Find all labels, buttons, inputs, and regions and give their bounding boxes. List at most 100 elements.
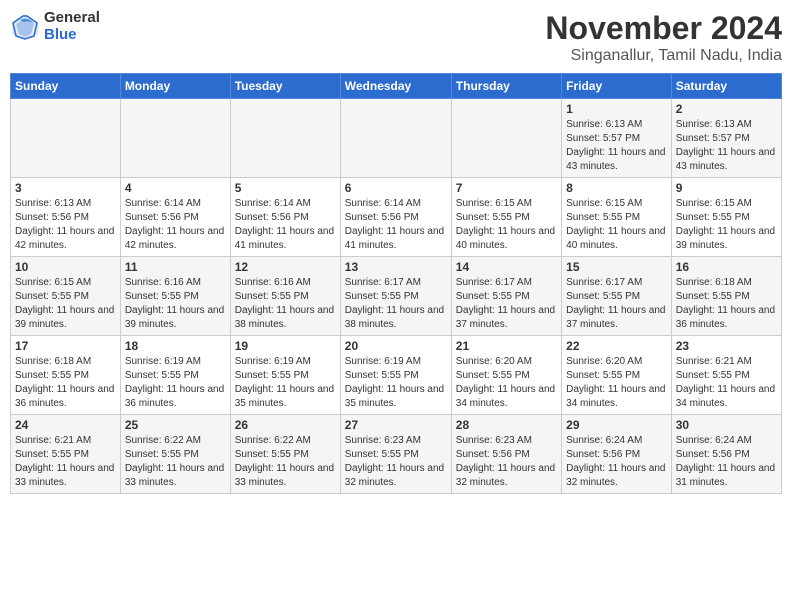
day-number: 30 xyxy=(676,418,777,432)
day-info: Sunrise: 6:21 AM Sunset: 5:55 PM Dayligh… xyxy=(676,355,777,411)
calendar-cell: 23 Sunrise: 6:21 AM Sunset: 5:55 PM Dayli… xyxy=(671,336,781,415)
location-title: Singanallur, Tamil Nadu, India xyxy=(545,47,782,65)
day-number: 22 xyxy=(566,339,667,353)
month-title: November 2024 xyxy=(545,10,782,47)
day-number: 6 xyxy=(345,181,447,195)
day-number: 1 xyxy=(566,102,667,116)
calendar-cell: 10Sunrise: 6:15 AM Sunset: 5:55 PM Dayli… xyxy=(11,257,121,336)
day-info: Sunrise: 6:15 AM Sunset: 5:55 PM Dayligh… xyxy=(15,276,116,332)
header-row: SundayMondayTuesdayWednesdayThursdayFrid… xyxy=(11,74,782,99)
calendar-cell: 5 Sunrise: 6:14 AM Sunset: 5:56 PM Daylig… xyxy=(230,178,340,257)
header-day: Sunday xyxy=(11,74,121,99)
day-number: 26 xyxy=(235,418,336,432)
calendar-cell: 21 Sunrise: 6:20 AM Sunset: 5:55 PM Dayli… xyxy=(451,336,561,415)
day-number: 2 xyxy=(676,102,777,116)
calendar-cell: 30Sunrise: 6:24 AM Sunset: 5:56 PM Dayli… xyxy=(671,415,781,494)
calendar-cell: 22 Sunrise: 6:20 AM Sunset: 5:55 PM Dayli… xyxy=(562,336,672,415)
calendar-week: 3 Sunrise: 6:13 AM Sunset: 5:56 PM Daylig… xyxy=(11,178,782,257)
day-info: Sunrise: 6:13 AM Sunset: 5:57 PM Dayligh… xyxy=(676,118,777,174)
calendar-week: 17 Sunrise: 6:18 AM Sunset: 5:55 PM Dayli… xyxy=(11,336,782,415)
calendar-cell: 13 Sunrise: 6:17 AM Sunset: 5:55 PM Dayli… xyxy=(340,257,451,336)
calendar-cell: 19Sunrise: 6:19 AM Sunset: 5:55 PM Dayli… xyxy=(230,336,340,415)
day-info: Sunrise: 6:18 AM Sunset: 5:55 PM Dayligh… xyxy=(676,276,777,332)
calendar-cell: 4 Sunrise: 6:14 AM Sunset: 5:56 PM Daylig… xyxy=(120,178,230,257)
day-number: 29 xyxy=(566,418,667,432)
header-day: Tuesday xyxy=(230,74,340,99)
day-number: 20 xyxy=(345,339,447,353)
calendar-cell xyxy=(230,99,340,178)
calendar-cell: 24 Sunrise: 6:21 AM Sunset: 5:55 PM Dayli… xyxy=(11,415,121,494)
header-day: Wednesday xyxy=(340,74,451,99)
calendar-header: SundayMondayTuesdayWednesdayThursdayFrid… xyxy=(11,74,782,99)
calendar-cell: 25 Sunrise: 6:22 AM Sunset: 5:55 PM Dayli… xyxy=(120,415,230,494)
day-number: 7 xyxy=(456,181,557,195)
day-info: Sunrise: 6:17 AM Sunset: 5:55 PM Dayligh… xyxy=(456,276,557,332)
day-info: Sunrise: 6:18 AM Sunset: 5:55 PM Dayligh… xyxy=(15,355,116,411)
calendar-body: 1 Sunrise: 6:13 AM Sunset: 5:57 PM Daylig… xyxy=(11,99,782,494)
day-info: Sunrise: 6:22 AM Sunset: 5:55 PM Dayligh… xyxy=(125,434,226,490)
day-info: Sunrise: 6:14 AM Sunset: 5:56 PM Dayligh… xyxy=(235,197,336,253)
day-info: Sunrise: 6:19 AM Sunset: 5:55 PM Dayligh… xyxy=(125,355,226,411)
calendar-cell: 7 Sunrise: 6:15 AM Sunset: 5:55 PM Daylig… xyxy=(451,178,561,257)
day-info: Sunrise: 6:17 AM Sunset: 5:55 PM Dayligh… xyxy=(345,276,447,332)
header-day: Saturday xyxy=(671,74,781,99)
day-info: Sunrise: 6:15 AM Sunset: 5:55 PM Dayligh… xyxy=(676,197,777,253)
day-info: Sunrise: 6:23 AM Sunset: 5:55 PM Dayligh… xyxy=(345,434,447,490)
day-info: Sunrise: 6:22 AM Sunset: 5:55 PM Dayligh… xyxy=(235,434,336,490)
calendar-week: 24 Sunrise: 6:21 AM Sunset: 5:55 PM Dayli… xyxy=(11,415,782,494)
day-number: 17 xyxy=(15,339,116,353)
day-number: 13 xyxy=(345,260,447,274)
day-number: 25 xyxy=(125,418,226,432)
calendar-cell: 18Sunrise: 6:19 AM Sunset: 5:55 PM Dayli… xyxy=(120,336,230,415)
calendar-cell: 27Sunrise: 6:23 AM Sunset: 5:55 PM Dayli… xyxy=(340,415,451,494)
header-day: Thursday xyxy=(451,74,561,99)
day-number: 5 xyxy=(235,181,336,195)
day-info: Sunrise: 6:13 AM Sunset: 5:56 PM Dayligh… xyxy=(15,197,116,253)
logo-icon xyxy=(10,12,40,42)
day-number: 24 xyxy=(15,418,116,432)
header-day: Monday xyxy=(120,74,230,99)
day-info: Sunrise: 6:21 AM Sunset: 5:55 PM Dayligh… xyxy=(15,434,116,490)
calendar-week: 1 Sunrise: 6:13 AM Sunset: 5:57 PM Daylig… xyxy=(11,99,782,178)
calendar: SundayMondayTuesdayWednesdayThursdayFrid… xyxy=(10,73,782,494)
calendar-cell xyxy=(451,99,561,178)
calendar-cell xyxy=(340,99,451,178)
calendar-cell: 2 Sunrise: 6:13 AM Sunset: 5:57 PM Daylig… xyxy=(671,99,781,178)
title-block: November 2024 Singanallur, Tamil Nadu, I… xyxy=(545,10,782,65)
logo-text: General Blue xyxy=(44,10,100,43)
day-info: Sunrise: 6:14 AM Sunset: 5:56 PM Dayligh… xyxy=(345,197,447,253)
day-number: 15 xyxy=(566,260,667,274)
page-header: General Blue November 2024 Singanallur, … xyxy=(10,10,782,65)
day-number: 21 xyxy=(456,339,557,353)
logo-blue: Blue xyxy=(44,27,100,44)
day-info: Sunrise: 6:23 AM Sunset: 5:56 PM Dayligh… xyxy=(456,434,557,490)
day-info: Sunrise: 6:20 AM Sunset: 5:55 PM Dayligh… xyxy=(566,355,667,411)
calendar-cell: 28 Sunrise: 6:23 AM Sunset: 5:56 PM Dayli… xyxy=(451,415,561,494)
logo-general: General xyxy=(44,10,100,27)
calendar-cell: 9Sunrise: 6:15 AM Sunset: 5:55 PM Daylig… xyxy=(671,178,781,257)
day-info: Sunrise: 6:17 AM Sunset: 5:55 PM Dayligh… xyxy=(566,276,667,332)
day-number: 23 xyxy=(676,339,777,353)
calendar-cell: 12Sunrise: 6:16 AM Sunset: 5:55 PM Dayli… xyxy=(230,257,340,336)
day-number: 14 xyxy=(456,260,557,274)
day-number: 28 xyxy=(456,418,557,432)
day-number: 4 xyxy=(125,181,226,195)
day-number: 3 xyxy=(15,181,116,195)
calendar-week: 10Sunrise: 6:15 AM Sunset: 5:55 PM Dayli… xyxy=(11,257,782,336)
calendar-cell: 8 Sunrise: 6:15 AM Sunset: 5:55 PM Daylig… xyxy=(562,178,672,257)
calendar-cell xyxy=(11,99,121,178)
day-info: Sunrise: 6:24 AM Sunset: 5:56 PM Dayligh… xyxy=(566,434,667,490)
day-info: Sunrise: 6:19 AM Sunset: 5:55 PM Dayligh… xyxy=(235,355,336,411)
calendar-cell: 26 Sunrise: 6:22 AM Sunset: 5:55 PM Dayli… xyxy=(230,415,340,494)
calendar-cell: 1Sunrise: 6:13 AM Sunset: 5:57 PM Daylig… xyxy=(562,99,672,178)
calendar-cell: 3 Sunrise: 6:13 AM Sunset: 5:56 PM Daylig… xyxy=(11,178,121,257)
header-day: Friday xyxy=(562,74,672,99)
day-info: Sunrise: 6:14 AM Sunset: 5:56 PM Dayligh… xyxy=(125,197,226,253)
calendar-cell: 20Sunrise: 6:19 AM Sunset: 5:55 PM Dayli… xyxy=(340,336,451,415)
day-info: Sunrise: 6:15 AM Sunset: 5:55 PM Dayligh… xyxy=(456,197,557,253)
day-number: 16 xyxy=(676,260,777,274)
day-info: Sunrise: 6:15 AM Sunset: 5:55 PM Dayligh… xyxy=(566,197,667,253)
day-number: 8 xyxy=(566,181,667,195)
day-info: Sunrise: 6:16 AM Sunset: 5:55 PM Dayligh… xyxy=(235,276,336,332)
day-info: Sunrise: 6:20 AM Sunset: 5:55 PM Dayligh… xyxy=(456,355,557,411)
